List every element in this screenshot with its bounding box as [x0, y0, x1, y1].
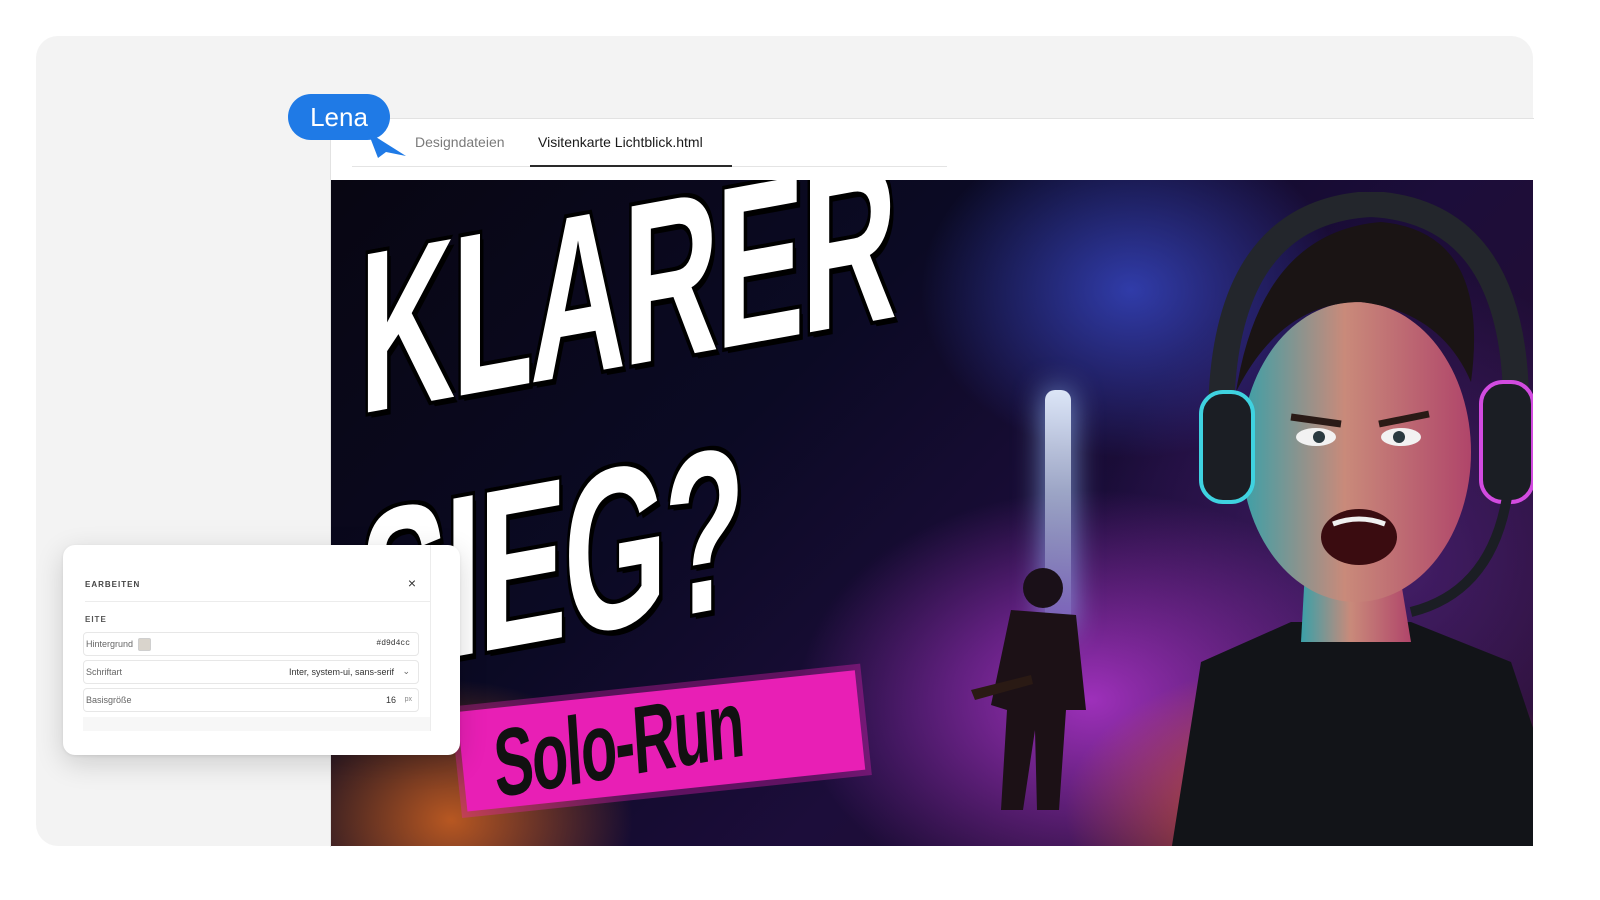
soldier-silhouette	[971, 568, 1086, 810]
base-size-field[interactable]: Basisgröße 16 px	[83, 688, 419, 712]
base-size-label: Basisgröße	[86, 695, 132, 705]
font-label: Schriftart	[86, 667, 123, 677]
base-size-value[interactable]: 16	[386, 695, 396, 705]
background-label: Hintergrund	[86, 639, 134, 649]
edit-panel: EARBEITEN × EITE Hintergrund #d9d4cc Sch…	[63, 545, 460, 755]
collaborator-cursor-icon	[368, 132, 406, 158]
tagline-text: Solo-Run	[490, 669, 746, 819]
background-color-field[interactable]: Hintergrund #d9d4cc	[83, 632, 419, 656]
close-icon[interactable]: ×	[408, 575, 416, 591]
edit-panel-title: EARBEITEN	[85, 580, 141, 589]
edit-panel-footer	[83, 717, 430, 731]
section-label-page: EITE	[85, 615, 107, 624]
chevron-down-icon[interactable]: ⌄	[402, 666, 410, 677]
tab-business-card-file[interactable]: Visitenkarte Lichtblick.html	[538, 134, 703, 150]
edit-panel-content: EARBEITEN × EITE Hintergrund #d9d4cc Sch…	[63, 545, 431, 731]
edit-panel-header: EARBEITEN ×	[85, 573, 430, 602]
tab-design-files[interactable]: Designdateien	[415, 134, 505, 150]
font-family-select[interactable]: Schriftart Inter, system-ui, sans-serif …	[83, 660, 419, 684]
color-swatch[interactable]	[138, 638, 151, 651]
tab-bar: Designdateien Visitenkarte Lichtblick.ht…	[352, 120, 947, 167]
font-value[interactable]: Inter, system-ui, sans-serif	[289, 667, 394, 677]
gamer-portrait	[1171, 192, 1533, 846]
active-tab-indicator	[530, 165, 732, 167]
headline-line-1: KLARER	[359, 180, 894, 464]
background-hex-value[interactable]: #d9d4cc	[376, 639, 410, 648]
base-size-unit: px	[404, 696, 412, 703]
thumbnail-preview: KLARER SIEG? Solo-Run	[331, 180, 1533, 846]
